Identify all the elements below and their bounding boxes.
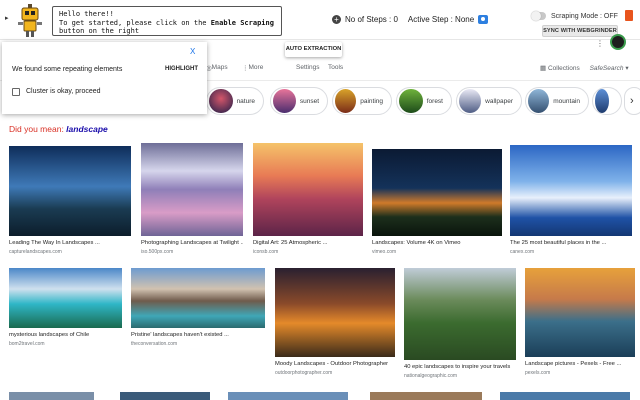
image-result[interactable]: Digital Art: 25 Atmospheric ... iconsb.c… [253,143,363,255]
chip-painting[interactable]: painting [332,87,392,115]
steps-status: + No of Steps : 0 Active Step : None [332,15,489,24]
robot-mascot-icon [18,4,42,37]
result-title[interactable]: The 25 most beautiful places in the ... [510,240,632,246]
speech-bubble: Hello there!! To get started, please cli… [52,6,282,36]
chip-thumbnail [459,89,482,113]
result-source: nationalgeographic.com [404,373,458,379]
result-image[interactable] [370,392,482,400]
chip-forest[interactable]: forest [396,87,452,115]
steps-count: No of Steps : 0 [345,15,398,24]
close-icon[interactable]: X [190,47,195,56]
result-title[interactable]: Landscapes: Volume 4K on Vimeo [372,240,502,246]
result-image[interactable] [120,392,210,400]
result-image[interactable] [404,268,516,360]
result-image[interactable] [9,146,131,236]
chip-thumbnail [528,89,550,113]
trash-icon[interactable] [625,10,633,21]
result-source: theconversation.com [131,341,178,347]
result-title[interactable]: Landscape pictures - Pexels - Free ... [525,361,635,367]
tab-more[interactable]: ⋮ More [242,64,263,72]
chip-thumbnail [595,89,609,113]
apps-grid-icon[interactable]: ⋮ [596,39,604,48]
chip-nature[interactable]: nature [206,87,264,115]
camera-icon[interactable] [478,15,489,24]
result-title[interactable]: mysterious landscapes of Chile [9,332,122,338]
image-result[interactable]: mysterious landscapes of Chile bom2trave… [9,268,122,347]
safesearch-link[interactable]: SafeSearch ▾ [590,65,629,72]
result-source: pexels.com [525,370,551,376]
result-source: outdoorphotographer.com [275,370,333,376]
scraping-mode-toggle[interactable] [531,11,546,21]
collapse-arrow-icon[interactable]: ▸ [5,14,9,22]
add-step-icon[interactable]: + [332,15,341,24]
image-result[interactable]: Moody Landscapes - Outdoor Photographer … [275,268,395,376]
image-result[interactable] [120,392,210,400]
image-result[interactable] [228,392,348,400]
cluster-okay-checkbox[interactable] [12,88,20,96]
result-image[interactable] [372,149,502,236]
image-result[interactable] [370,392,482,400]
chip-more[interactable] [592,87,622,115]
result-image[interactable] [500,392,630,400]
extension-toolbar: ▸ Hello there!! To get started, please c… [0,0,640,40]
image-result[interactable]: Pristine' landscapes haven't existed ...… [131,268,265,347]
result-title[interactable]: Pristine' landscapes haven't existed ... [131,332,265,338]
result-source: iconsb.com [253,249,279,255]
result-title[interactable]: 40 epic landscapes to inspire your trave… [404,364,516,370]
result-source: canex.com [510,249,535,255]
chip-thumbnail [273,89,296,113]
image-result[interactable] [500,392,630,400]
speech-line-1: Hello there!! [59,10,114,18]
result-title[interactable]: Digital Art: 25 Atmospheric ... [253,240,363,246]
image-result[interactable]: 40 epic landscapes to inspire your trave… [404,268,516,379]
tab-tools[interactable]: Tools [328,64,343,71]
did-you-mean-link[interactable]: landscape [66,124,108,134]
active-step: Active Step : None [407,15,475,24]
highlight-button[interactable]: HIGHLIGHT [165,66,198,72]
repeating-elements-popup: X We found some repeating elements HIGHL… [2,42,207,114]
sync-with-webgrinder-button[interactable]: SYNC WITH WEBGRINDER [542,25,618,37]
result-title[interactable]: Leading The Way In Landscapes ... [9,240,131,246]
image-result[interactable]: The 25 most beautiful places in the ... … [510,145,632,255]
result-title[interactable]: Photographing Landscapes at Twilight ... [141,240,243,246]
search-nav-right: ▦ Collections SafeSearch ▾ [540,64,629,72]
speech-line-2: To get started, please click on the Enab… [59,18,274,27]
tab-settings[interactable]: Settings [296,64,320,71]
result-image[interactable] [510,145,632,236]
speech-line-3: button on the right [59,27,140,36]
scraping-mode-label: Scraping Mode : OFF [551,13,618,20]
result-source: capturelandscapes.com [9,249,62,255]
cluster-okay-label: Cluster is okay, proceed [26,88,101,95]
chip-sunset[interactable]: sunset [270,87,328,115]
image-result[interactable]: Landscapes: Volume 4K on Vimeo vimeo.com [372,149,502,255]
result-image[interactable] [9,268,122,328]
image-result[interactable]: Leading The Way In Landscapes ... captur… [9,146,131,255]
image-result[interactable]: Photographing Landscapes at Twilight ...… [141,143,243,255]
result-image[interactable] [525,268,635,357]
result-source: bom2travel.com [9,341,45,347]
image-result[interactable]: Landscape pictures - Pexels - Free ... p… [525,268,635,376]
result-image[interactable] [9,392,94,400]
collections-link[interactable]: ▦ Collections [540,65,580,72]
result-image[interactable] [228,392,348,400]
result-source: vimeo.com [372,249,397,255]
chip-thumbnail [335,89,357,113]
chevron-right-icon[interactable]: › [624,87,640,115]
result-image[interactable] [253,143,363,236]
auto-extraction-button[interactable]: AUTO EXTRACTION [285,42,342,57]
result-title[interactable]: Moody Landscapes - Outdoor Photographer [275,361,395,367]
result-image[interactable] [141,143,243,236]
result-image[interactable] [131,268,265,328]
chip-thumbnail [209,89,233,113]
image-result[interactable] [9,392,94,400]
avatar[interactable] [610,34,626,50]
result-image[interactable] [275,268,395,357]
result-source: iso.500px.com [141,249,174,255]
chip-thumbnail [399,89,423,113]
popup-message: We found some repeating elements [12,66,123,73]
chip-wallpaper[interactable]: wallpaper [456,87,522,115]
did-you-mean: Did you mean: landscape [9,124,108,134]
chip-mountain[interactable]: mountain [525,87,589,115]
